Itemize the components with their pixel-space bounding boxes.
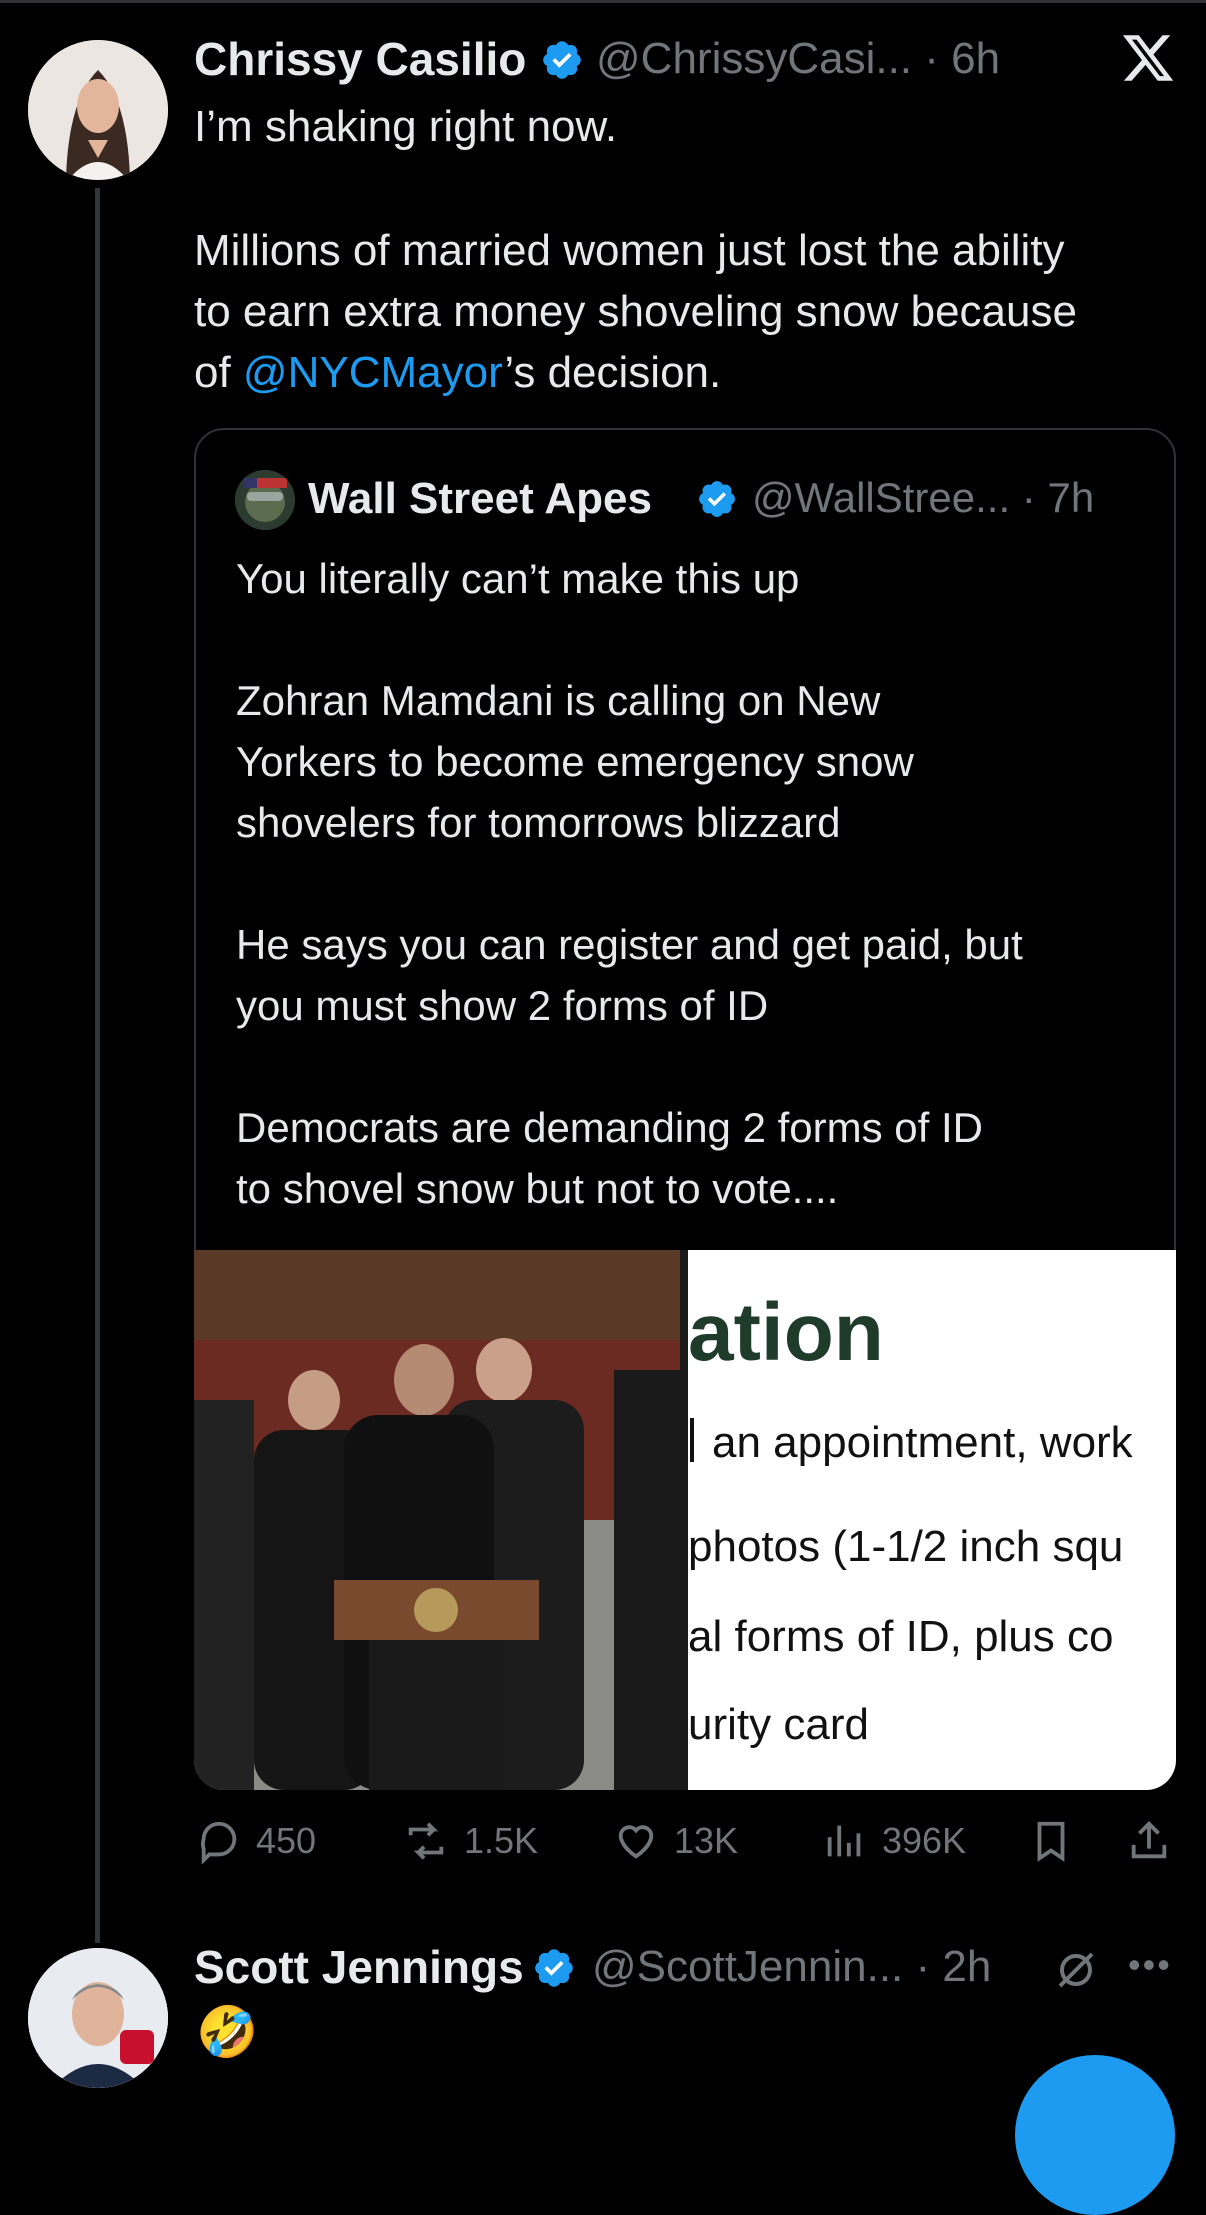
doc-line-1: an appointment, work	[712, 1418, 1133, 1467]
more-options-icon[interactable]: •••	[1128, 1944, 1172, 1986]
author-handle-time[interactable]: @ChrissyCasi... · 6h	[596, 34, 1000, 84]
ape-avatar-image	[235, 470, 295, 530]
quoted-tweet-text: You literally can’t make this up Zohran …	[236, 555, 1023, 1212]
top-divider	[0, 0, 1206, 3]
doc-line-4: urity card	[688, 1700, 869, 1749]
reply-button[interactable]: 450	[196, 1818, 316, 1864]
doc-line-3: al forms of ID, plus co	[688, 1612, 1114, 1661]
avatar-portrait-image	[28, 40, 168, 180]
avatar-scott-jennings[interactable]	[28, 1948, 168, 2088]
like-count: 13K	[674, 1820, 739, 1861]
verified-badge-icon	[535, 1949, 573, 1987]
author-name[interactable]: Chrissy Casilio	[194, 32, 526, 86]
heart-icon	[618, 1825, 654, 1859]
doc-heading: ation	[688, 1287, 884, 1378]
view-count: 396K	[882, 1820, 967, 1861]
tweet-text-after-mention: ’s decision.	[504, 348, 722, 397]
thread-connector-line	[95, 188, 100, 1943]
repost-count: 1.5K	[464, 1820, 539, 1861]
verified-badge-icon	[543, 41, 581, 79]
author-handle-time[interactable]: @ScottJennin... · 2h	[592, 1942, 991, 1992]
media-divider	[680, 1250, 688, 1790]
compose-button[interactable]	[1015, 2055, 1175, 2215]
press-conference-image	[194, 1250, 680, 1790]
reply-count: 450	[256, 1820, 317, 1861]
quoted-author-name[interactable]: Wall Street Apes	[308, 474, 652, 524]
doc-line-2: photos (1-1/2 inch squ	[688, 1522, 1124, 1571]
views-button[interactable]: 396K	[822, 1818, 966, 1864]
doc-bullet-mark	[690, 1418, 694, 1462]
x-logo-icon[interactable]	[1120, 30, 1176, 86]
avatar-portrait-image	[28, 1948, 168, 2088]
press-conference-video-thumbnail[interactable]	[194, 1250, 680, 1790]
quoted-handle-time[interactable]: @WallStree... · 7h	[752, 474, 1094, 522]
tweet-text-body: Millions of married women just lost the …	[194, 220, 1194, 403]
verified-badge-icon	[699, 481, 735, 517]
grok-icon[interactable]	[1052, 1946, 1100, 1994]
share-icon[interactable]	[1126, 1818, 1172, 1864]
bookmark-icon[interactable]	[1028, 1818, 1074, 1864]
avatar-chrissy-casilio[interactable]	[28, 40, 168, 180]
like-button[interactable]: 13K	[612, 1818, 738, 1864]
quoted-author-avatar	[235, 470, 295, 530]
mention-link[interactable]: @NYCMayor	[243, 348, 504, 397]
repost-button[interactable]: 1.5K	[402, 1818, 538, 1864]
repost-icon	[408, 1822, 444, 1860]
analytics-icon	[827, 1825, 861, 1857]
quoted-tweet-media[interactable]: ation an appointment, work photos (1-1/2…	[194, 1250, 1176, 1790]
tweet-text-line1: I’m shaking right now.	[194, 102, 618, 151]
author-name[interactable]: Scott Jennings	[194, 1940, 524, 1994]
id-requirements-screenshot[interactable]: ation an appointment, work photos (1-1/2…	[688, 1250, 1176, 1790]
tweet-emoji-text: 🤣	[196, 2004, 259, 2060]
reply-icon	[200, 1821, 237, 1864]
